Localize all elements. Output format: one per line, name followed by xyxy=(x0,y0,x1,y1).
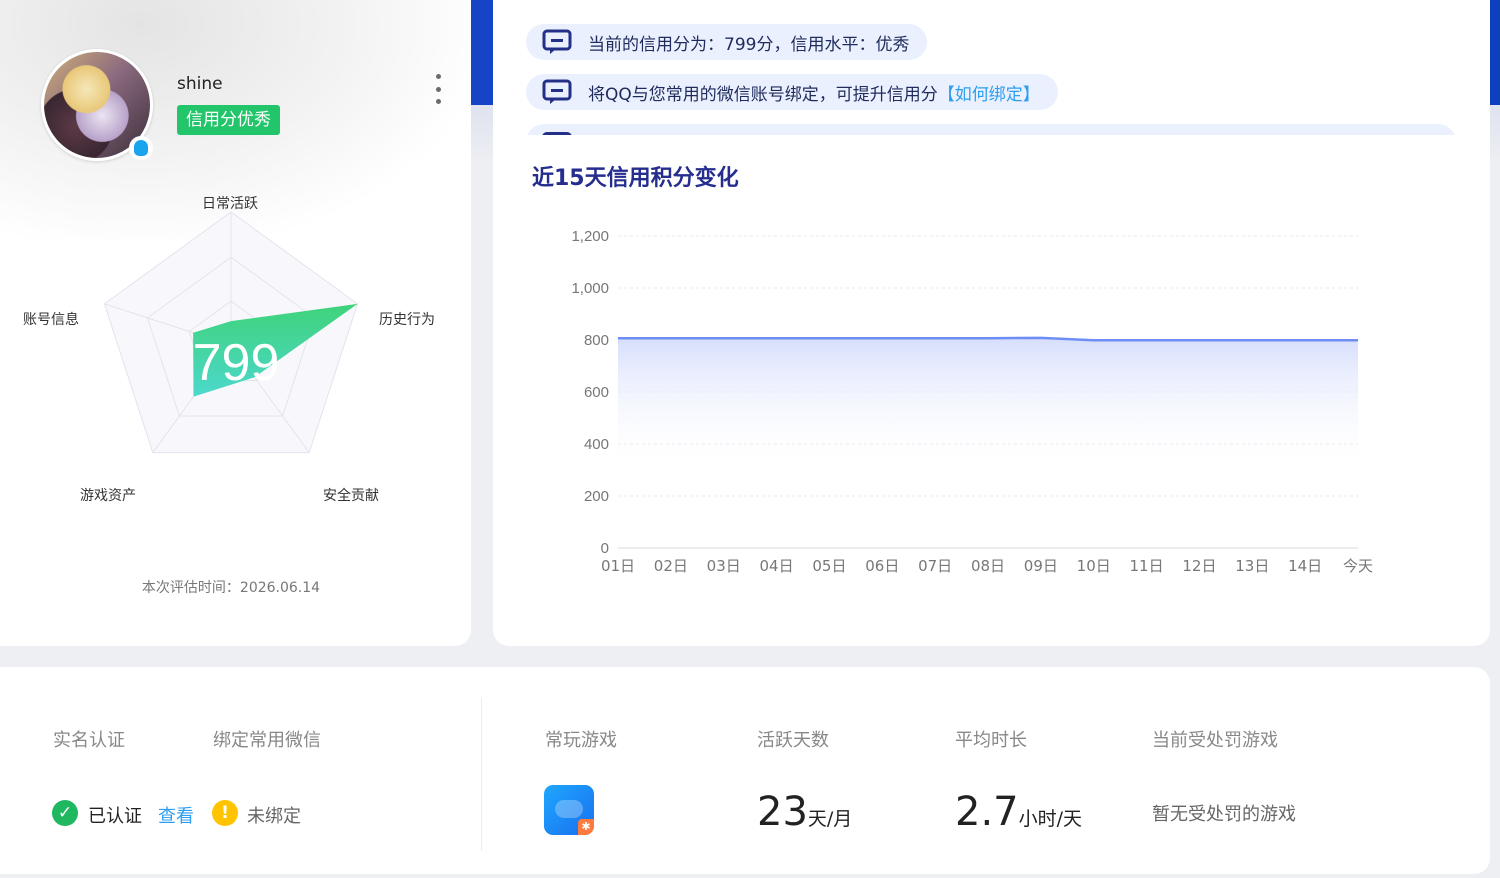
evaluation-time: 本次评估时间：2026.06.14 xyxy=(141,580,321,596)
stats-divider xyxy=(481,697,482,851)
y-tick-label: 1,000 xyxy=(571,280,609,297)
game-app-icon[interactable]: ✱ xyxy=(544,785,594,835)
penalty-status: 暂无受处罚的游戏 xyxy=(1152,804,1296,825)
warning-icon: ! xyxy=(212,800,238,826)
radar-label-history: 历史行为 xyxy=(379,312,435,328)
radar-label-account: 账号信息 xyxy=(23,312,79,328)
x-tick-label: 05日 xyxy=(812,557,846,575)
y-tick-label: 800 xyxy=(584,332,609,349)
x-tick-label: 13日 xyxy=(1235,557,1269,575)
avg-duration-value: 2.7小时/天 xyxy=(955,789,1082,835)
games-heading: 常玩游戏 xyxy=(545,730,617,751)
avatar-wrap[interactable] xyxy=(41,49,153,161)
radar-label-daily: 日常活跃 xyxy=(202,196,258,212)
x-tick-label: 今天 xyxy=(1343,557,1373,575)
credit-level-badge: 信用分优秀 xyxy=(177,105,280,135)
realname-heading: 实名认证 xyxy=(53,730,125,751)
radar-label-assets: 游戏资产 xyxy=(80,488,136,504)
avg-duration-number: 2.7 xyxy=(955,789,1019,835)
view-verification-link[interactable]: 查看 xyxy=(158,802,194,828)
username: shine xyxy=(177,74,223,94)
wechat-heading: 绑定常用微信 xyxy=(213,730,321,751)
avg-duration-unit: 小时/天 xyxy=(1018,808,1083,830)
active-days-unit: 天/月 xyxy=(807,808,853,830)
x-tick-label: 09日 xyxy=(1024,557,1058,575)
radar-chart: 799 xyxy=(103,211,359,454)
y-tick-label: 1,200 xyxy=(571,228,609,245)
x-tick-label: 04日 xyxy=(760,557,794,575)
credit-score-value: 799 xyxy=(193,334,280,392)
x-tick-label: 14日 xyxy=(1288,557,1322,575)
wechat-status: 未绑定 xyxy=(247,806,301,827)
credit-line-chart: 02004006008001,0001,200 01日 02日 03日 04日 05日 0… xyxy=(571,228,1373,575)
x-tick-label: 02日 xyxy=(654,557,688,575)
y-tick-label: 0 xyxy=(601,540,609,557)
x-tick-label: 10日 xyxy=(1077,557,1111,575)
active-days-value: 23天/月 xyxy=(757,789,852,835)
x-tick-label: 01日 xyxy=(601,557,635,575)
x-tick-label: 12日 xyxy=(1182,557,1216,575)
y-tick-label: 600 xyxy=(584,384,609,401)
check-icon: ✓ xyxy=(52,800,78,826)
active-days-number: 23 xyxy=(757,789,808,835)
verified-status: 已认证 xyxy=(88,806,142,827)
y-tick-label: 200 xyxy=(584,488,609,505)
qq-penguin-icon xyxy=(129,136,153,160)
chart-y-axis: 0 200 400 600 800 1,000 1,200 xyxy=(571,228,609,557)
chart-x-axis: 01日 02日 03日 04日 05日 06日 07日 08日 09日 10日 11日 12日 13日 1… xyxy=(601,557,1373,575)
stats-card: 实名认证 绑定常用微信 ✓ 已认证 查看 ! 未绑定 常玩游戏 ✱ 活跃天数 2… xyxy=(0,667,1490,874)
avg-duration-heading: 平均时长 xyxy=(955,730,1027,751)
profile-card: shine 信用分优秀 799 日常活跃 历史行为 安全贡献 游戏资产 账号信息… xyxy=(0,0,471,646)
penalty-heading: 当前受处罚游戏 xyxy=(1152,730,1278,751)
x-tick-label: 11日 xyxy=(1130,557,1164,575)
x-tick-label: 06日 xyxy=(865,557,899,575)
series-area xyxy=(618,337,1358,470)
active-days-heading: 活跃天数 xyxy=(757,730,829,751)
x-tick-label: 07日 xyxy=(918,557,952,575)
radar-label-security: 安全贡献 xyxy=(323,488,379,504)
x-tick-label: 08日 xyxy=(971,557,1005,575)
credit-chart-card: 当前的信用分为：799分，信用水平：优秀 将QQ与您常用的微信账号绑定，可提升信… xyxy=(493,0,1490,646)
x-tick-label: 03日 xyxy=(707,557,741,575)
more-options-icon[interactable] xyxy=(428,74,448,104)
y-tick-label: 400 xyxy=(584,436,609,453)
